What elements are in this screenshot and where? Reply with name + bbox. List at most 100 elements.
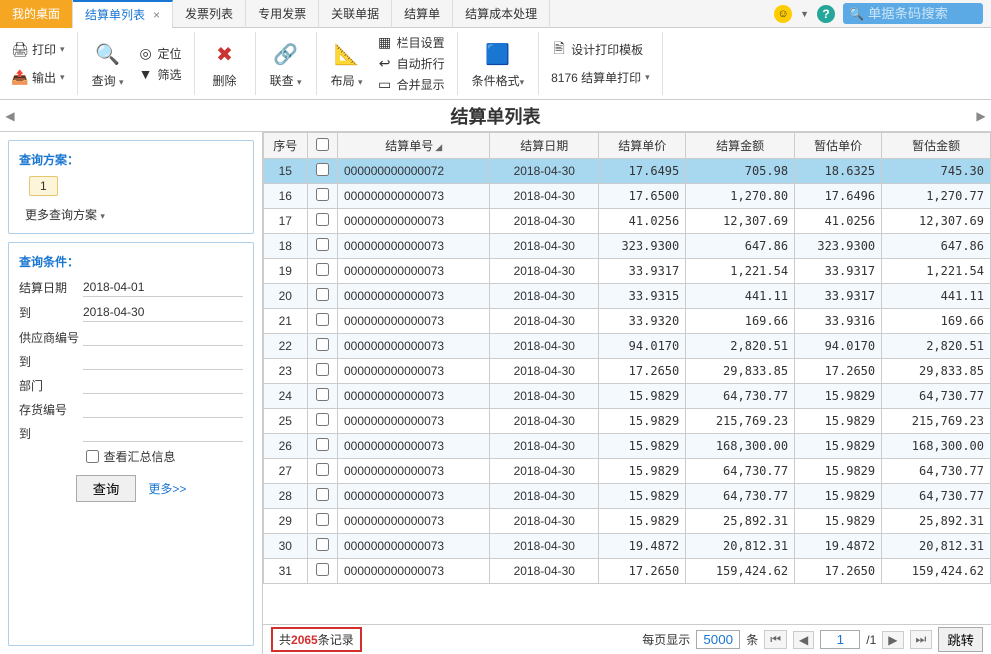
col-seq[interactable]: 序号 [264,133,308,159]
table-row[interactable]: 160000000000000732018-04-3017.65001,270.… [264,184,991,209]
row-checkbox[interactable] [316,338,329,351]
row-checkbox[interactable] [316,513,329,526]
cell-checkbox[interactable] [307,184,337,209]
user-icon[interactable]: ☺ [774,5,792,23]
supplier-to-input[interactable] [83,352,243,370]
column-settings-button[interactable]: ▦栏目设置 [373,32,449,53]
col-docno[interactable]: 结算单号◢ [338,133,490,159]
cell-checkbox[interactable] [307,309,337,334]
row-checkbox[interactable] [316,263,329,276]
table-row[interactable]: 170000000000000732018-04-3041.025612,307… [264,209,991,234]
cell-checkbox[interactable] [307,334,337,359]
row-checkbox[interactable] [316,463,329,476]
first-page-button[interactable]: ⏮ [764,630,787,649]
design-template-button[interactable]: 🖹设计打印模板 [547,39,647,60]
col-estprice[interactable]: 暂估单价 [795,133,882,159]
tab-home[interactable]: 我的桌面 [0,0,73,28]
prev-page-button[interactable]: ◀ [793,631,814,649]
table-row[interactable]: 220000000000000732018-04-3094.01702,820.… [264,334,991,359]
page-size-input[interactable] [696,630,740,649]
tab-invoice-list[interactable]: 发票列表 [173,0,246,28]
table-row[interactable]: 270000000000000732018-04-3015.982964,730… [264,459,991,484]
close-icon[interactable]: × [153,2,160,28]
print-8176-button[interactable]: 8176 结算单打印▾ [547,67,654,88]
more-scheme-button[interactable]: 更多查询方案 ▾ [25,206,243,223]
col-amount[interactable]: 结算金额 [686,133,795,159]
query-button[interactable]: 🔍查询 ▾ [86,34,130,93]
next-page-button[interactable]: ▶ [882,631,903,649]
more-cond-button[interactable]: 更多>> [148,480,186,497]
cell-checkbox[interactable] [307,534,337,559]
table-row[interactable]: 150000000000000722018-04-3017.6495705.98… [264,159,991,184]
layout-button[interactable]: 📐布局 ▾ [325,34,369,93]
cell-checkbox[interactable] [307,434,337,459]
cell-checkbox[interactable] [307,259,337,284]
merge-display-button[interactable]: ▭合并显示 [373,74,449,95]
cell-checkbox[interactable] [307,234,337,259]
table-row[interactable]: 290000000000000732018-04-3015.982925,892… [264,509,991,534]
cell-checkbox[interactable] [307,409,337,434]
row-checkbox[interactable] [316,563,329,576]
delete-button[interactable]: ✖删除 [203,34,247,93]
locate-button[interactable]: ◎定位 [134,43,186,64]
export-button[interactable]: 📤输出▾ [8,67,69,88]
stock-from-input[interactable] [83,400,243,418]
table-row[interactable]: 260000000000000732018-04-3015.9829168,30… [264,434,991,459]
table-row[interactable]: 250000000000000732018-04-3015.9829215,76… [264,409,991,434]
row-checkbox[interactable] [316,288,329,301]
row-checkbox[interactable] [316,363,329,376]
summary-checkbox[interactable] [86,450,99,463]
col-unitprice[interactable]: 结算单价 [599,133,686,159]
cell-checkbox[interactable] [307,459,337,484]
table-row[interactable]: 180000000000000732018-04-30323.9300647.8… [264,234,991,259]
tab-settlement-list[interactable]: 结算单列表× [73,0,173,28]
scheme-1-button[interactable]: 1 [29,176,58,196]
table-row[interactable]: 240000000000000732018-04-3015.982964,730… [264,384,991,409]
print-button[interactable]: 🖨打印▾ [8,39,69,60]
data-grid[interactable]: 序号 结算单号◢ 结算日期 结算单价 结算金额 暂估单价 暂估金额 150000… [263,132,991,624]
cond-format-button[interactable]: 🟦条件格式▾ [466,34,531,93]
row-checkbox[interactable] [316,213,329,226]
cell-checkbox[interactable] [307,559,337,584]
jump-button[interactable]: 跳转 [938,627,983,652]
table-row[interactable]: 230000000000000732018-04-3017.265029,833… [264,359,991,384]
page-input[interactable] [820,630,860,649]
chevron-down-icon[interactable]: ▼ [800,9,809,19]
cell-checkbox[interactable] [307,284,337,309]
cell-checkbox[interactable] [307,209,337,234]
row-checkbox[interactable] [316,163,329,176]
date-to-input[interactable]: 2018-04-30 [83,303,243,322]
prev-arrow[interactable]: ◀ [0,109,20,123]
cell-checkbox[interactable] [307,484,337,509]
search-input[interactable] [868,6,977,21]
row-checkbox[interactable] [316,538,329,551]
supplier-from-input[interactable] [83,328,243,346]
row-checkbox[interactable] [316,238,329,251]
tab-special-invoice[interactable]: 专用发票 [246,0,319,28]
cell-checkbox[interactable] [307,159,337,184]
row-checkbox[interactable] [316,388,329,401]
help-icon[interactable]: ? [817,5,835,23]
row-checkbox[interactable] [316,313,329,326]
row-checkbox[interactable] [316,188,329,201]
row-checkbox[interactable] [316,438,329,451]
col-date[interactable]: 结算日期 [490,133,599,159]
dept-input[interactable] [83,376,243,394]
tab-settlement[interactable]: 结算单 [392,0,453,28]
col-checkbox[interactable] [307,133,337,159]
tab-cost-process[interactable]: 结算成本处理 [453,0,550,28]
cell-checkbox[interactable] [307,384,337,409]
date-from-input[interactable]: 2018-04-01 [83,278,243,297]
tab-related-docs[interactable]: 关联单据 [319,0,392,28]
table-row[interactable]: 200000000000000732018-04-3033.9315441.11… [264,284,991,309]
cell-checkbox[interactable] [307,509,337,534]
select-all-checkbox[interactable] [316,138,329,151]
table-row[interactable]: 300000000000000732018-04-3019.487220,812… [264,534,991,559]
filter-button[interactable]: ▼筛选 [134,64,186,85]
table-row[interactable]: 210000000000000732018-04-3033.9320169.66… [264,309,991,334]
row-checkbox[interactable] [316,488,329,501]
next-arrow[interactable]: ▶ [971,109,991,123]
cell-checkbox[interactable] [307,359,337,384]
row-checkbox[interactable] [316,413,329,426]
table-row[interactable]: 280000000000000732018-04-3015.982964,730… [264,484,991,509]
